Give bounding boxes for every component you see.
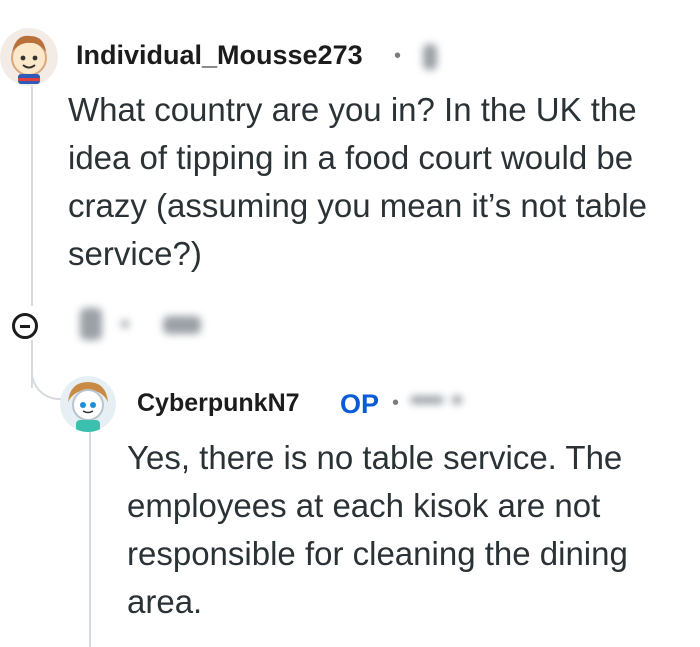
snoo-avatar-icon xyxy=(60,376,116,432)
thread-line-main xyxy=(31,84,33,306)
redacted-timestamp-dot xyxy=(452,395,462,405)
collapse-minus-icon[interactable] xyxy=(12,313,38,339)
separator-dot: • xyxy=(392,392,400,414)
snoo-avatar-icon xyxy=(0,28,58,86)
redacted-action-1 xyxy=(80,308,102,340)
redacted-action-2 xyxy=(121,320,129,328)
avatar[interactable] xyxy=(60,376,116,432)
redacted-timestamp xyxy=(423,44,437,70)
comment-body: What country are you in? In the UK the i… xyxy=(68,91,647,272)
op-badge: OP xyxy=(340,389,380,419)
thread-line-reply xyxy=(89,432,91,647)
reply-username[interactable]: CyberpunkN7 xyxy=(137,389,300,418)
avatar[interactable] xyxy=(0,28,58,86)
separator-dot: • xyxy=(394,45,402,67)
redacted-timestamp xyxy=(410,396,444,404)
redacted-action-3 xyxy=(163,316,201,334)
comment-username[interactable]: Individual_Mousse273 xyxy=(76,40,363,71)
reply-body: Yes, there is no table service. The empl… xyxy=(127,439,628,620)
